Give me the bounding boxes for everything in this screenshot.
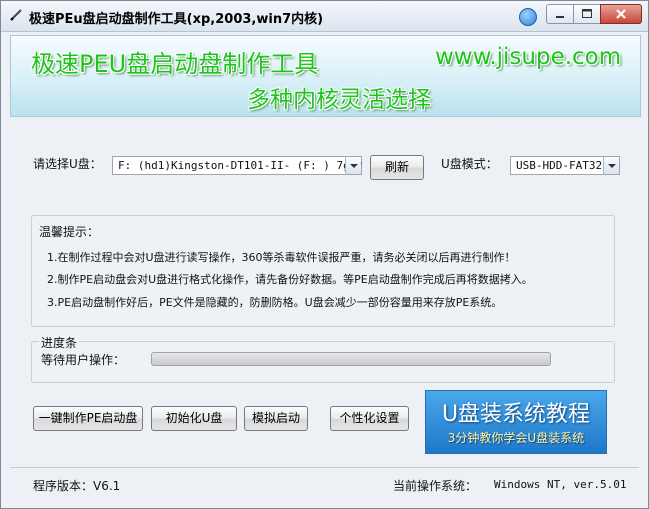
banner-title: 极速PEU盘启动盘制作工具 bbox=[31, 50, 319, 78]
window-controls bbox=[546, 4, 642, 24]
minimize-icon bbox=[556, 16, 564, 18]
close-button[interactable] bbox=[600, 4, 642, 24]
tip-item: 3.PE启动盘制作好后，PE文件是隐藏的，防删防格。U盘会减少一部份容量用来存放… bbox=[47, 296, 503, 309]
tip-item: 1.在制作过程中会对U盘进行读写操作，360等杀毒软件误报严重，请务必关闭以后再… bbox=[47, 251, 516, 264]
udisk-label: 请选择U盘： bbox=[33, 157, 102, 171]
tips-title: 温馨提示： bbox=[39, 225, 100, 239]
refresh-button[interactable]: 刷新 bbox=[370, 155, 424, 180]
footer-divider bbox=[10, 467, 639, 468]
close-icon bbox=[616, 9, 626, 19]
window-title: 极速PEu盘启动盘制作工具(xp,2003,win7内核) bbox=[29, 12, 324, 27]
personalize-button[interactable]: 个性化设置 bbox=[330, 406, 409, 431]
os-value: Windows NT, ver.5.01 bbox=[494, 478, 627, 491]
ad-subtitle: 3分钟教你学会U盘装系统 bbox=[447, 431, 585, 445]
maximize-icon bbox=[582, 9, 592, 18]
banner-subtitle: 多种内核灵活选择 bbox=[247, 87, 431, 113]
chevron-down-icon[interactable] bbox=[345, 157, 361, 174]
os-label: 当前操作系统： bbox=[393, 479, 478, 493]
title-bar[interactable]: 极速PEu盘启动盘制作工具(xp,2003,win7内核) bbox=[1, 1, 648, 32]
simulate-boot-button[interactable]: 模拟启动 bbox=[244, 406, 308, 431]
make-pe-button[interactable]: 一键制作PE启动盘 bbox=[33, 406, 143, 431]
help-icon[interactable] bbox=[519, 8, 537, 26]
tip-item: 2.制作PE启动盘会对U盘进行格式化操作，请先备份好数据。等PE启动盘制作完成后… bbox=[47, 273, 533, 286]
udisk-mode-value: USB-HDD-FAT32 bbox=[516, 159, 603, 172]
ad-title: U盘装系统教程 bbox=[441, 402, 591, 427]
udisk-select[interactable]: F: (hd1)Kingston-DT101-II- (F: ) 7g * bbox=[112, 156, 364, 175]
progress-bar bbox=[151, 352, 551, 366]
app-window: 极速PEu盘启动盘制作工具(xp,2003,win7内核) 极速PEU盘启动盘制… bbox=[0, 0, 649, 509]
header-banner: 极速PEU盘启动盘制作工具 www.jisupe.com 多种内核灵活选择 bbox=[10, 35, 641, 117]
tutorial-banner-link[interactable]: U盘装系统教程 3分钟教你学会U盘装系统 bbox=[425, 390, 607, 454]
progress-status: 等待用户操作： bbox=[41, 353, 126, 367]
banner-url: www.jisupe.com bbox=[435, 44, 622, 70]
udisk-selected-value: F: (hd1)Kingston-DT101-II- (F: ) 7g * bbox=[118, 159, 364, 172]
init-udisk-button[interactable]: 初始化U盘 bbox=[151, 406, 237, 431]
pen-icon bbox=[10, 9, 22, 21]
version-label: 程序版本：V6.1 bbox=[33, 479, 121, 493]
progress-title: 进度条 bbox=[39, 334, 80, 351]
chevron-down-icon[interactable] bbox=[603, 157, 619, 174]
maximize-button[interactable] bbox=[573, 4, 601, 24]
minimize-button[interactable] bbox=[546, 4, 574, 24]
udisk-mode-label: U盘模式： bbox=[441, 157, 498, 171]
udisk-mode-select[interactable]: USB-HDD-FAT32 bbox=[510, 156, 620, 175]
